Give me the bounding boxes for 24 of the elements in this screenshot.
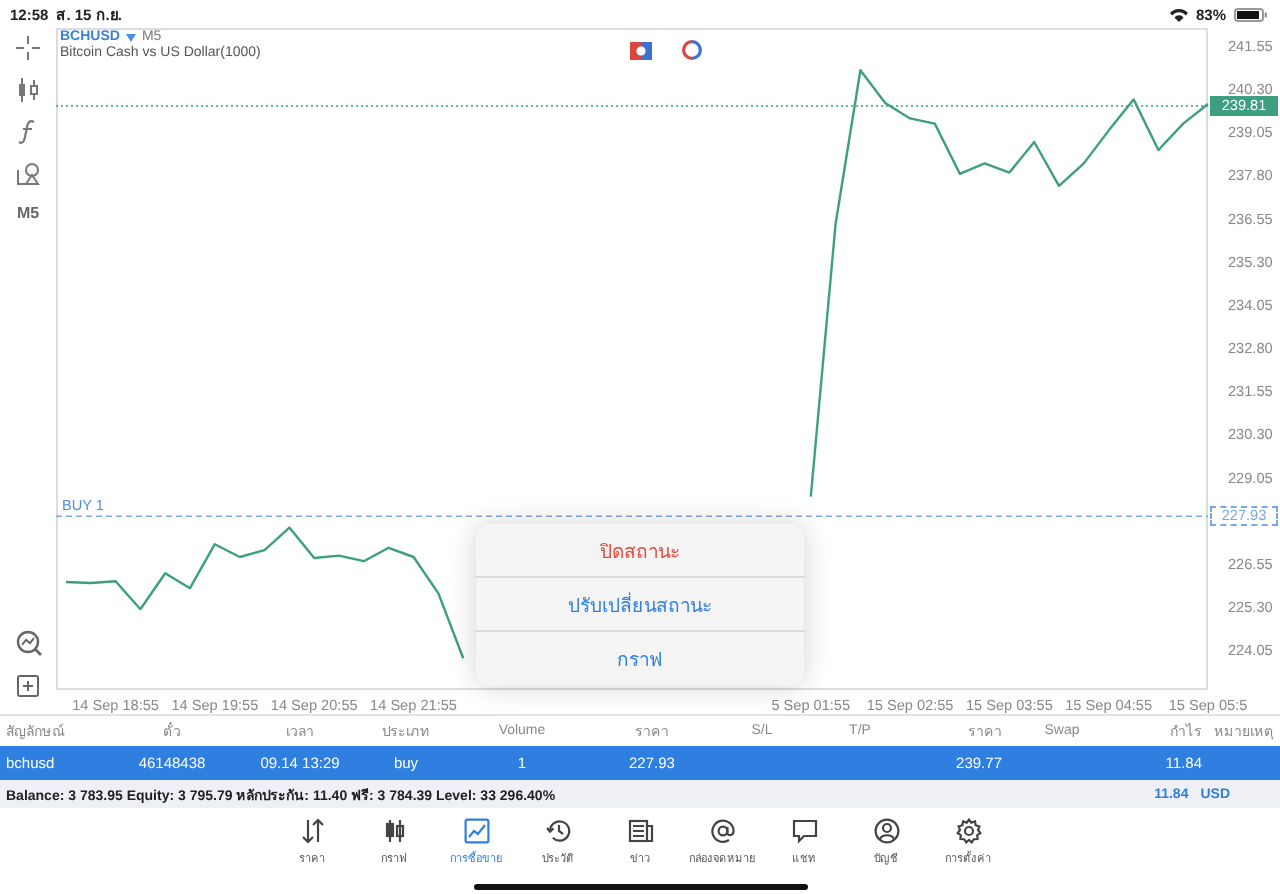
menu-item[interactable]: ปิดสถานะ xyxy=(476,524,804,578)
battery-icon xyxy=(1234,7,1268,21)
crosshair-icon[interactable] xyxy=(16,36,40,60)
one-click-trading-icon[interactable] xyxy=(630,42,652,60)
settings-icon xyxy=(955,818,981,844)
history-icon xyxy=(545,818,571,844)
at-sign-icon xyxy=(709,818,735,844)
caret-icon xyxy=(125,33,136,41)
indicator-circle-icon[interactable] xyxy=(682,40,702,60)
shapes-icon[interactable] xyxy=(16,162,40,186)
candlestick-icon[interactable] xyxy=(16,78,40,102)
menu-item[interactable]: กราฟ xyxy=(476,632,804,686)
up-down-arrows-icon xyxy=(299,818,325,844)
candlestick-icon xyxy=(381,818,407,844)
add-icon[interactable] xyxy=(16,674,40,698)
chat-bubble-icon xyxy=(791,818,817,844)
person-icon xyxy=(873,818,899,844)
wifi-icon xyxy=(1169,7,1188,21)
line-chart-icon xyxy=(463,818,489,844)
zoom-chart-icon[interactable] xyxy=(15,630,41,656)
menu-item[interactable]: ปรับเปลี่ยนสถานะ xyxy=(476,578,804,632)
timeframe-button[interactable]: M5 xyxy=(16,204,40,222)
function-icon[interactable] xyxy=(18,120,38,144)
newspaper-icon xyxy=(627,818,653,844)
